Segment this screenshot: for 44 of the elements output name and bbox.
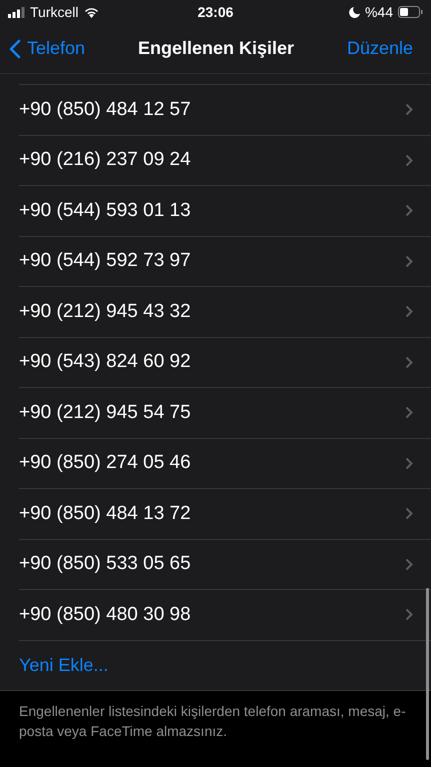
chevron-icon <box>405 204 413 218</box>
blocked-number-row[interactable]: +90 (850) 533 05 65 <box>19 538 431 589</box>
phone-number: +90 (212) 945 43 32 <box>19 300 191 323</box>
blocked-number-row[interactable]: +90 (212) 945 54 75 <box>19 387 431 438</box>
status-time: 23:06 <box>198 4 234 20</box>
chevron-icon <box>405 254 413 268</box>
blocked-number-row[interactable]: +90 (850) 484 13 72 <box>19 488 431 538</box>
battery-percentage: %44 <box>364 4 393 20</box>
blocked-number-row[interactable]: +90 (544) 592 73 97 <box>19 236 431 286</box>
chevron-icon <box>405 154 413 167</box>
phone-number: +90 (850) 533 05 65 <box>19 553 191 576</box>
chevron-icon <box>405 406 413 420</box>
chevron-icon <box>405 608 413 622</box>
signal-icon <box>8 6 25 18</box>
chevron-icon <box>405 558 413 571</box>
blocked-number-row[interactable]: +90 (544) 593 01 13 <box>19 185 431 236</box>
blocked-number-row[interactable]: +90 (850) 274 05 46 <box>19 438 431 488</box>
battery-icon <box>398 6 423 18</box>
back-chevron-icon <box>9 38 21 58</box>
chevron-icon <box>405 356 413 369</box>
phone-number: +90 (216) 237 09 24 <box>19 149 191 172</box>
blocked-number-row[interactable]: +90 (543) 824 60 92 <box>19 336 431 387</box>
phone-number: +90 (850) 484 12 57 <box>19 98 191 121</box>
phone-number: +90 (544) 593 01 13 <box>19 200 191 222</box>
phone-number: +90 (850) 480 30 98 <box>19 604 191 626</box>
phone-number: +90 (850) 274 05 46 <box>19 452 191 474</box>
phone-number: +90 (212) 945 54 75 <box>19 402 191 424</box>
add-new-link[interactable]: Yeni Ekle... <box>19 654 108 676</box>
carrier-name: Turkcell <box>30 4 78 20</box>
wifi-icon <box>84 6 98 18</box>
blocked-number-row[interactable]: +90 (850) 484 12 57 <box>19 84 431 134</box>
screen-title: Engellenen Kişiler <box>138 38 294 59</box>
blocked-number-row[interactable]: +90 (212) 945 43 32 <box>19 286 431 336</box>
phone-number: +90 (543) 824 60 92 <box>19 351 191 374</box>
phone-number: +90 (544) 592 73 97 <box>19 250 191 272</box>
phone-number: +90 (850) 484 13 72 <box>19 502 191 525</box>
chevron-icon <box>405 305 413 318</box>
moon-icon <box>348 6 360 18</box>
edit-button[interactable]: Düzenle <box>346 38 413 59</box>
chevron-icon <box>405 456 413 470</box>
chevron-icon <box>405 507 413 520</box>
blocked-number-row[interactable]: +90 (216) 237 09 24 <box>19 134 431 185</box>
back-button[interactable]: Telefon <box>9 38 86 59</box>
chevron-icon <box>405 103 413 116</box>
